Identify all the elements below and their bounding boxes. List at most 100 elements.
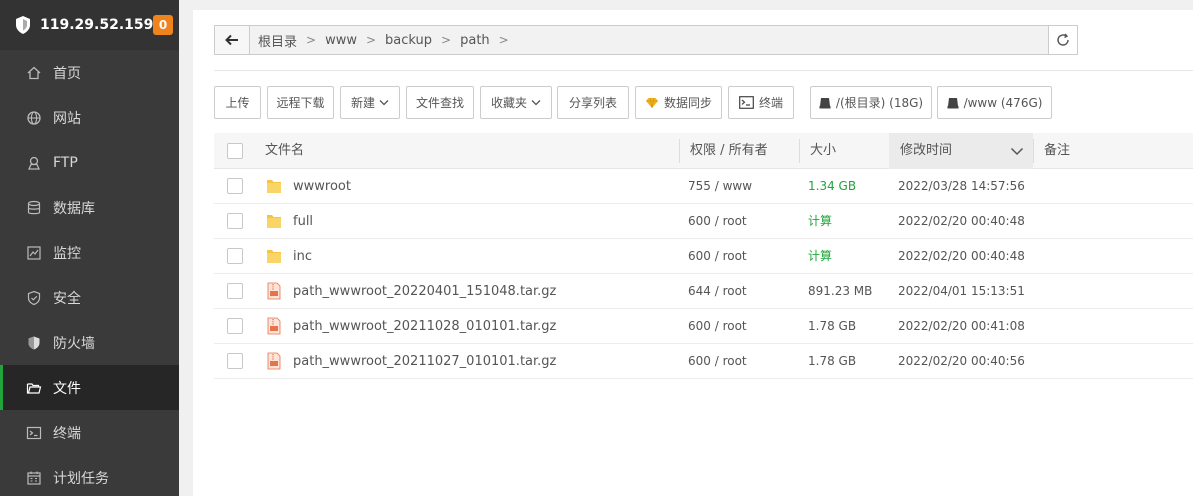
header-filename[interactable]: 文件名 (265, 133, 304, 169)
refresh-icon (1057, 33, 1069, 46)
disk-icon (947, 97, 959, 108)
calculate-size-link[interactable]: 计算 (808, 239, 832, 274)
terminal-label: 终端 (758, 96, 783, 110)
sidebar-item-monitor[interactable]: 监控 (0, 230, 179, 275)
breadcrumb-backup[interactable]: backup (385, 33, 432, 48)
table-row[interactable]: path_wwwroot_20211028_010101.tar.gz 600 … (214, 309, 1193, 344)
sidebar-item-label: 安全 (53, 290, 81, 307)
breadcrumb: 根目录 > www > backup > path > (250, 31, 1048, 50)
file-size: 1.34 GB (808, 179, 857, 193)
sidebar-item-label: 计划任务 (53, 470, 109, 487)
archive-file-icon (267, 282, 281, 300)
firewall-icon (25, 334, 42, 351)
disk-root-label: /(根目录) (18G) (835, 96, 924, 110)
archive-file-icon (267, 352, 281, 370)
file-modified-time: 2022/02/20 00:40:56 (898, 354, 1025, 368)
file-permission[interactable]: 755 / www (688, 169, 752, 204)
calculate-size-link[interactable]: 计算 (808, 204, 832, 239)
terminal-icon (739, 96, 754, 109)
favorites-label: 收藏夹 (490, 96, 527, 110)
sidebar-item-label: 数据库 (53, 200, 95, 217)
sidebar-item-label: 防火墙 (53, 335, 95, 352)
sidebar-item-terminal[interactable]: 终端 (0, 410, 179, 455)
file-name[interactable]: full (293, 204, 313, 239)
header-permission[interactable]: 权限 / 所有者 (690, 133, 768, 169)
terminal-button[interactable]: 终端 (728, 86, 794, 119)
terminal-icon (25, 424, 42, 441)
upload-button[interactable]: 上传 (214, 86, 261, 119)
ftp-icon (25, 154, 42, 171)
chevron-right-icon: > (498, 33, 509, 47)
file-name[interactable]: inc (293, 239, 312, 274)
file-search-button[interactable]: 文件查找 (406, 86, 474, 119)
share-list-button[interactable]: 分享列表 (557, 86, 629, 119)
favorites-button[interactable]: 收藏夹 (480, 86, 552, 119)
chevron-right-icon: > (441, 33, 452, 47)
chevron-right-icon: > (365, 33, 377, 47)
new-button[interactable]: 新建 (340, 86, 400, 119)
home-icon (25, 64, 42, 81)
file-permission[interactable]: 644 / root (688, 274, 747, 309)
archive-file-icon (267, 317, 281, 335)
row-checkbox[interactable] (227, 353, 243, 369)
file-name[interactable]: path_wwwroot_20220401_151048.tar.gz (293, 274, 556, 309)
file-modified-time: 2022/02/20 00:41:08 (898, 319, 1025, 333)
sidebar-item-home[interactable]: 首页 (0, 50, 179, 95)
arrow-left-icon (225, 34, 238, 46)
sidebar-item-label: FTP (53, 154, 78, 171)
row-checkbox[interactable] (227, 318, 243, 334)
breadcrumb-path[interactable]: path (460, 33, 490, 48)
breadcrumb-www[interactable]: www (325, 33, 357, 48)
file-permission[interactable]: 600 / root (688, 344, 747, 379)
back-button[interactable] (215, 26, 250, 54)
row-checkbox[interactable] (227, 283, 243, 299)
sort-chevron-down-icon[interactable] (1010, 147, 1024, 156)
database-icon (25, 199, 42, 216)
remote-download-button[interactable]: 远程下载 (267, 86, 334, 119)
remote-download-label: 远程下载 (276, 96, 325, 110)
sidebar-item-files[interactable]: 文件 (0, 365, 179, 410)
table-row[interactable]: full 600 / root 计算 2022/02/20 00:40:48 (214, 204, 1193, 239)
breadcrumb-root[interactable]: 根目录 (258, 31, 297, 50)
data-sync-button[interactable]: 数据同步 (635, 86, 722, 119)
sidebar-item-firewall[interactable]: 防火墙 (0, 320, 179, 365)
sidebar-item-ftp[interactable]: FTP (0, 140, 179, 185)
header-modified-time[interactable]: 修改时间 (900, 133, 952, 169)
file-name[interactable]: path_wwwroot_20211028_010101.tar.gz (293, 309, 556, 344)
divider (214, 70, 1193, 71)
sidebar-item-website[interactable]: 网站 (0, 95, 179, 140)
row-checkbox[interactable] (227, 248, 243, 264)
file-permission[interactable]: 600 / root (688, 239, 747, 274)
file-modified-time: 2022/02/20 00:40:48 (898, 214, 1025, 228)
data-sync-label: 数据同步 (663, 96, 712, 110)
file-manager-panel: 根目录 > www > backup > path > 上传 远程下载 新建 文… (193, 10, 1193, 496)
table-row[interactable]: inc 600 / root 计算 2022/02/20 00:40:48 (214, 239, 1193, 274)
row-checkbox[interactable] (227, 178, 243, 194)
refresh-button[interactable] (1048, 26, 1077, 54)
file-table-header: 文件名 权限 / 所有者 大小 修改时间 备注 (214, 133, 1193, 169)
sidebar-item-label: 首页 (53, 65, 81, 82)
disk-root-button[interactable]: /(根目录) (18G) (810, 86, 932, 119)
header-note[interactable]: 备注 (1044, 133, 1070, 169)
table-row[interactable]: wwwroot 755 / www 1.34 GB 2022/03/28 14:… (214, 169, 1193, 204)
file-modified-time: 2022/02/20 00:40:48 (898, 249, 1025, 263)
file-search-label: 文件查找 (415, 96, 464, 110)
sidebar-item-label: 终端 (53, 425, 81, 442)
notification-badge[interactable]: 0 (153, 15, 173, 35)
file-permission[interactable]: 600 / root (688, 309, 747, 344)
file-name[interactable]: wwwroot (293, 169, 351, 204)
header-size[interactable]: 大小 (810, 133, 836, 169)
file-permission[interactable]: 600 / root (688, 204, 747, 239)
row-checkbox[interactable] (227, 213, 243, 229)
table-row[interactable]: path_wwwroot_20220401_151048.tar.gz 644 … (214, 274, 1193, 309)
sidebar-item-cron[interactable]: 计划任务 (0, 455, 179, 496)
disk-www-button[interactable]: /www (476G) (937, 86, 1052, 119)
sidebar-item-label: 监控 (53, 245, 81, 262)
sidebar-item-database[interactable]: 数据库 (0, 185, 179, 230)
monitor-icon (25, 244, 42, 261)
file-name[interactable]: path_wwwroot_20211027_010101.tar.gz (293, 344, 556, 379)
select-all-checkbox[interactable] (227, 143, 243, 159)
chevron-right-icon: > (306, 33, 317, 47)
sidebar-item-security[interactable]: 安全 (0, 275, 179, 320)
table-row[interactable]: path_wwwroot_20211027_010101.tar.gz 600 … (214, 344, 1193, 379)
